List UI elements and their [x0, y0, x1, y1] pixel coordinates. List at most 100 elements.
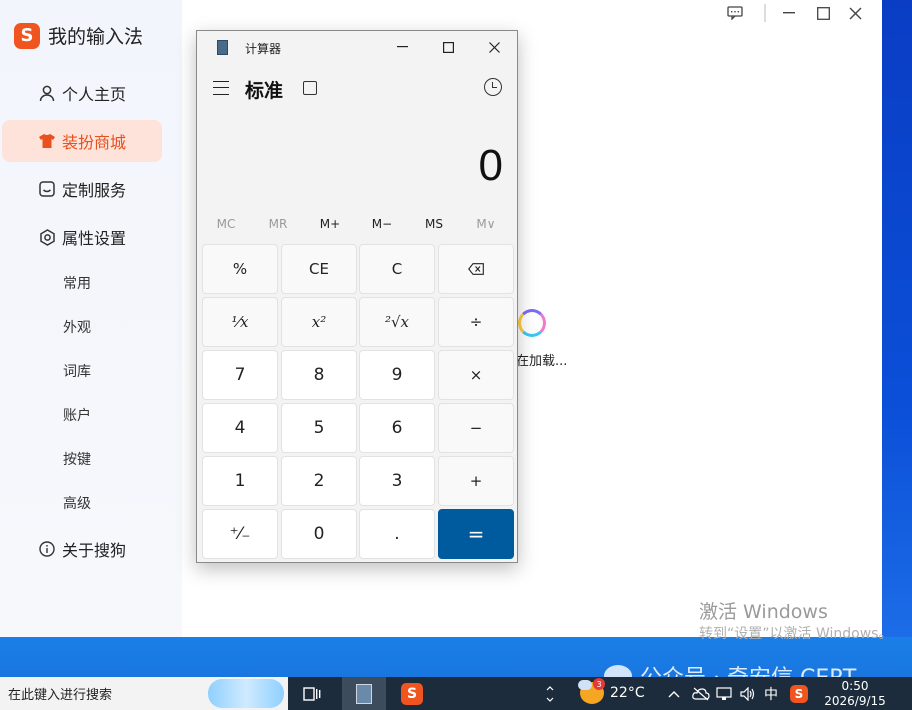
memory-clear-button[interactable]: MC — [200, 217, 252, 231]
sidebar-item-label: 属性设置 — [62, 229, 127, 248]
sogou-logo-icon: S — [401, 682, 423, 705]
taskbar-calculator-button[interactable] — [342, 677, 386, 710]
subtract-button[interactable]: − — [438, 403, 514, 453]
app-logo: S 我的输入法 — [14, 22, 143, 49]
multiply-button[interactable]: × — [438, 350, 514, 400]
inbox-icon — [38, 180, 56, 198]
sogou-logo-icon: S — [790, 684, 808, 703]
sidebar-item-profile[interactable]: 个人主页 — [2, 72, 162, 114]
settings-sub-dictionary[interactable]: 词库 — [63, 361, 91, 381]
add-button[interactable]: + — [438, 456, 514, 506]
digit-9-button[interactable]: 9 — [359, 350, 435, 400]
sidebar-item-skin-store[interactable]: 装扮商城 — [2, 120, 162, 162]
sidebar-item-custom-service[interactable]: 定制服务 — [2, 168, 162, 210]
square-root-button[interactable]: ²√x — [359, 297, 435, 347]
digit-8-button[interactable]: 8 — [281, 350, 357, 400]
sidebar-item-settings[interactable]: 属性设置 — [2, 216, 162, 258]
calculator-app-icon — [217, 40, 228, 55]
memory-store-button[interactable]: MS — [408, 217, 460, 231]
square-button[interactable]: x² — [281, 297, 357, 347]
weather-widget[interactable]: 3 22°C — [578, 678, 645, 704]
weather-badge: 3 — [593, 678, 605, 690]
settings-sub-account[interactable]: 账户 — [63, 405, 91, 425]
app-title: 我的输入法 — [48, 26, 144, 48]
clock-time: 0:50 — [841, 679, 869, 693]
maximize-icon[interactable] — [814, 4, 832, 22]
sidebar-item-label: 装扮商城 — [62, 133, 127, 152]
decimal-button[interactable]: . — [359, 509, 435, 559]
clear-button[interactable]: C — [359, 244, 435, 294]
search-placeholder: 在此键入进行搜索 — [8, 688, 113, 703]
loading-text: 在加载... — [516, 354, 568, 369]
memory-subtract-button[interactable]: M− — [356, 217, 408, 231]
taskbar: 在此键入进行搜索 S 3 22°C 中 S 0:50 2026/9/15 — [0, 677, 912, 710]
keep-on-top-icon[interactable] — [303, 81, 317, 95]
backspace-button[interactable] — [438, 244, 514, 294]
taskbar-scroll-buttons[interactable] — [544, 677, 556, 710]
volume-icon[interactable] — [740, 677, 758, 710]
sidebar-item-label: 关于搜狗 — [62, 541, 127, 560]
minimize-icon[interactable] — [387, 35, 417, 59]
sidebar-item-about[interactable]: 关于搜狗 — [2, 528, 162, 570]
calculator-mode-title: 标准 — [245, 80, 284, 102]
sogou-tray-button[interactable]: S — [790, 677, 810, 710]
person-icon — [38, 84, 56, 102]
taskbar-clock[interactable]: 0:50 2026/9/15 — [818, 679, 892, 709]
close-icon[interactable] — [479, 35, 509, 59]
digit-1-button[interactable]: 1 — [202, 456, 278, 506]
desktop-background — [882, 0, 912, 677]
history-icon[interactable] — [484, 78, 502, 96]
divide-button[interactable]: ÷ — [438, 297, 514, 347]
sidebar: S 我的输入法 个人主页 装扮商城 定制服务 属性设置 常用 外观 词库 账户 … — [0, 0, 182, 637]
settings-sub-common[interactable]: 常用 — [63, 273, 91, 293]
menu-icon[interactable] — [213, 81, 229, 95]
square-root-label: ²√x — [384, 313, 410, 331]
sogou-logo-icon: S — [14, 22, 40, 49]
task-view-icon[interactable] — [292, 677, 332, 710]
calculator-titlebar[interactable]: 计算器 — [197, 31, 517, 63]
taskbar-sogou-button[interactable]: S — [392, 677, 432, 710]
digit-6-button[interactable]: 6 — [359, 403, 435, 453]
calculator-header: 标准 — [197, 73, 517, 107]
close-icon[interactable] — [846, 4, 864, 22]
equals-button[interactable]: = — [438, 509, 514, 559]
digit-0-button[interactable]: 0 — [281, 509, 357, 559]
negate-button[interactable]: ⁺⁄₋ — [202, 509, 278, 559]
activate-windows-title: 激活 Windows — [699, 601, 828, 623]
settings-sub-keys[interactable]: 按键 — [63, 449, 91, 469]
cloud-offline-icon[interactable] — [692, 677, 710, 710]
weather-icon: 3 — [578, 678, 605, 704]
settings-sub-advanced[interactable]: 高级 — [63, 493, 91, 513]
percent-button[interactable]: % — [202, 244, 278, 294]
memory-add-button[interactable]: M+ — [304, 217, 356, 231]
shirt-icon — [38, 132, 56, 150]
ime-indicator[interactable]: 中 — [764, 677, 780, 710]
activate-windows-hint: 转到“设置”以激活 Windows。 — [699, 626, 893, 642]
calculator-display: 0 — [478, 141, 503, 190]
square-label: x² — [311, 313, 327, 331]
minimize-icon[interactable] — [780, 4, 798, 22]
settings-sub-appearance[interactable]: 外观 — [63, 317, 91, 337]
sidebar-item-label: 定制服务 — [62, 181, 127, 200]
network-icon[interactable] — [716, 677, 734, 710]
calculator-icon — [356, 683, 372, 704]
gear-icon — [38, 228, 56, 246]
memory-list-button[interactable]: M∨ — [460, 217, 512, 231]
info-icon — [38, 540, 56, 558]
taskbar-search-box[interactable]: 在此键入进行搜索 — [0, 677, 288, 710]
digit-5-button[interactable]: 5 — [281, 403, 357, 453]
calculator-title: 计算器 — [245, 42, 282, 56]
weather-temperature: 22°C — [610, 685, 645, 701]
digit-2-button[interactable]: 2 — [281, 456, 357, 506]
digit-3-button[interactable]: 3 — [359, 456, 435, 506]
title-divider — [764, 4, 766, 22]
digit-4-button[interactable]: 4 — [202, 403, 278, 453]
memory-recall-button[interactable]: MR — [252, 217, 304, 231]
clear-entry-button[interactable]: CE — [281, 244, 357, 294]
chevron-up-icon[interactable] — [668, 677, 684, 710]
search-highlight-image — [208, 679, 284, 708]
feedback-icon[interactable] — [726, 4, 744, 22]
digit-7-button[interactable]: 7 — [202, 350, 278, 400]
reciprocal-button[interactable]: ¹⁄x — [202, 297, 278, 347]
maximize-icon[interactable] — [433, 35, 463, 59]
